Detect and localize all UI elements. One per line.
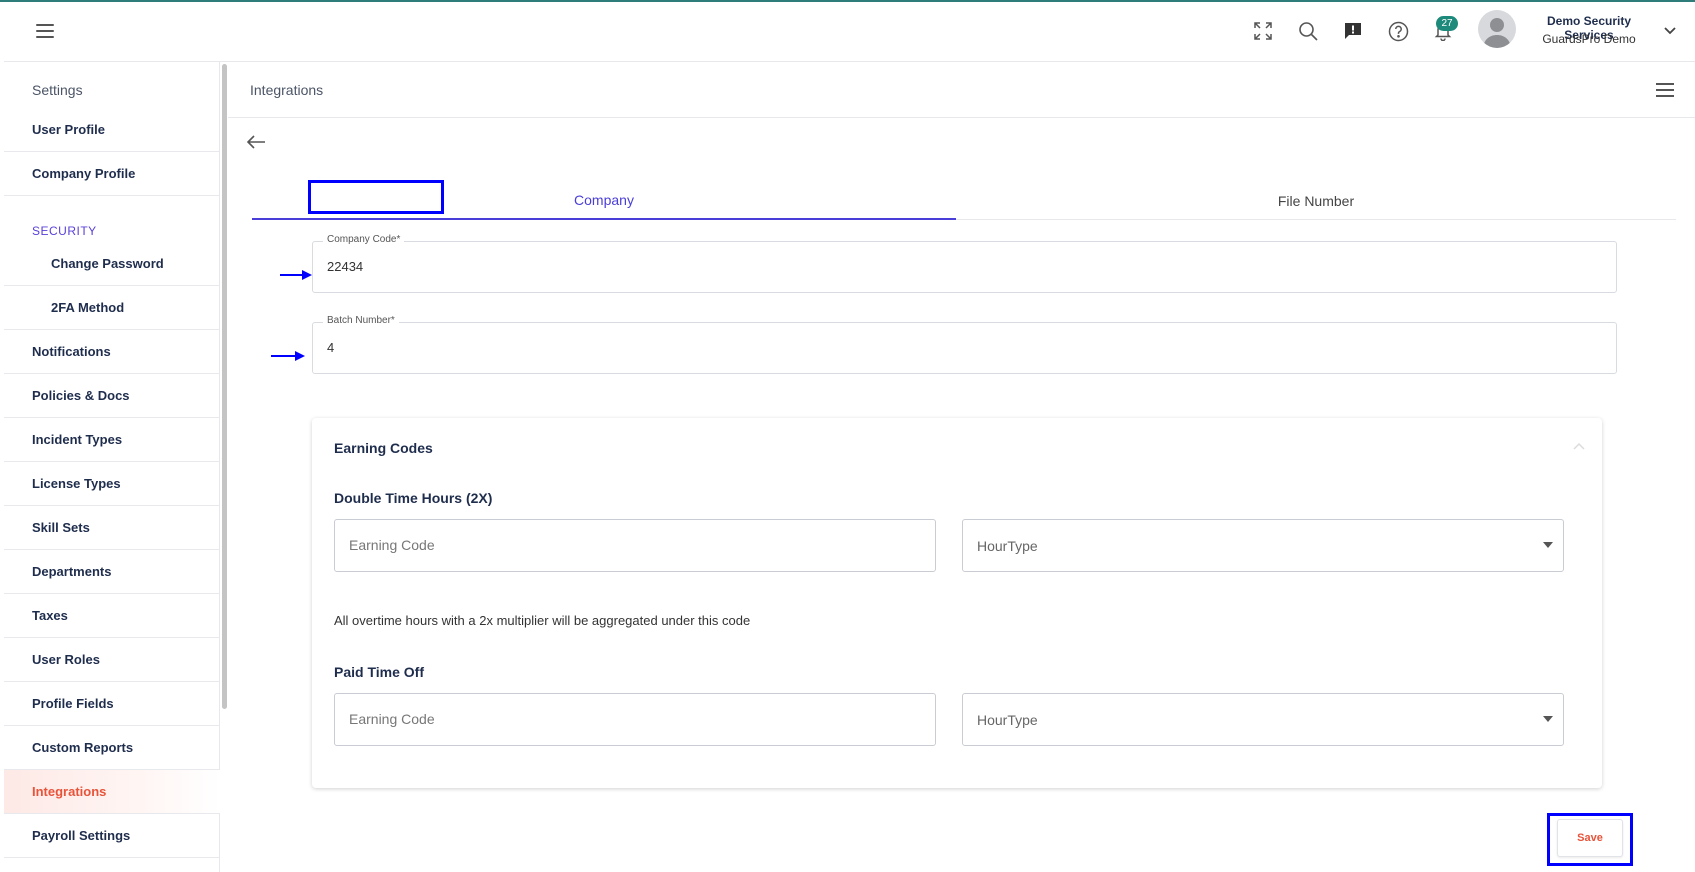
notification-badge: 27 [1436, 16, 1458, 31]
sidebar-item-departments[interactable]: Departments [4, 550, 220, 594]
main-content: Integrations Company File Number Company… [228, 62, 1695, 872]
sidebar-item-change-password[interactable]: Change Password [4, 242, 220, 286]
search-icon[interactable] [1295, 18, 1321, 44]
page-header: Integrations [228, 62, 1695, 118]
dropdown-caret-icon [1543, 716, 1553, 722]
earning-codes-card: Earning Codes Double Time Hours (2X) Hou… [312, 418, 1602, 788]
chevron-down-icon[interactable] [1662, 22, 1678, 38]
save-button[interactable]: Save [1557, 819, 1623, 857]
sidebar-item-incident-types[interactable]: Incident Types [4, 418, 220, 462]
double-time-helper-text: All overtime hours with a 2x multiplier … [334, 613, 751, 628]
chevron-up-icon[interactable] [1572, 438, 1586, 450]
double-time-earning-code-field[interactable] [349, 537, 919, 553]
batch-number-field[interactable]: Batch Number* 4 [312, 315, 1617, 374]
sidebar-item-skill-sets[interactable]: Skill Sets [4, 506, 220, 550]
sidebar-item-policies-docs[interactable]: Policies & Docs [4, 374, 220, 418]
paid-time-off-hourtype-placeholder: HourType [977, 712, 1038, 728]
batch-number-label: Batch Number* [323, 315, 399, 326]
annotation-arrow-icon [271, 349, 311, 361]
menu-icon[interactable] [36, 24, 54, 38]
page-title: Integrations [250, 82, 324, 98]
back-arrow-icon[interactable] [246, 134, 268, 152]
sidebar-title: Settings [32, 82, 83, 98]
feedback-icon[interactable] [1340, 18, 1366, 44]
sidebar-item-taxes[interactable]: Taxes [4, 594, 220, 638]
company-code-field[interactable]: Company Code* 22434 [312, 234, 1617, 293]
sidebar-item-profile-fields[interactable]: Profile Fields [4, 682, 220, 726]
help-icon[interactable] [1385, 18, 1411, 44]
tab-file-number[interactable]: File Number [956, 182, 1676, 220]
user-company: GuardsPro Demo [1542, 32, 1636, 46]
sidebar-scroll-thumb[interactable] [222, 64, 227, 709]
tab-company[interactable]: Company [252, 182, 956, 220]
integration-tabs: Company File Number [252, 182, 1676, 220]
sidebar-item-user-profile[interactable]: User Profile [4, 108, 220, 152]
fullscreen-icon[interactable] [1250, 18, 1276, 44]
sidebar-item-2fa-method[interactable]: 2FA Method [4, 286, 220, 330]
double-time-hourtype-select[interactable]: HourType [962, 519, 1564, 572]
company-code-label: Company Code* [323, 234, 405, 245]
sidebar-item-custom-reports[interactable]: Custom Reports [4, 726, 220, 770]
settings-sidebar: Settings User Profile Company Profile SE… [4, 62, 220, 872]
avatar[interactable] [1478, 10, 1516, 48]
double-time-hourtype-placeholder: HourType [977, 538, 1038, 554]
page-menu-icon[interactable] [1656, 83, 1674, 97]
sidebar-section-security: SECURITY [32, 224, 97, 238]
sidebar-item-user-roles[interactable]: User Roles [4, 638, 220, 682]
double-time-title: Double Time Hours (2X) [334, 490, 493, 506]
paid-time-off-hourtype-select[interactable]: HourType [962, 693, 1564, 746]
paid-time-off-earning-code-field[interactable] [349, 711, 919, 727]
paid-time-off-earning-code-input[interactable] [334, 693, 936, 746]
sidebar-item-notifications[interactable]: Notifications [4, 330, 220, 374]
sidebar-item-license-types[interactable]: License Types [4, 462, 220, 506]
earning-codes-title: Earning Codes [334, 440, 433, 456]
company-code-value[interactable]: 22434 [327, 259, 1597, 274]
paid-time-off-title: Paid Time Off [334, 664, 424, 680]
dropdown-caret-icon [1543, 542, 1553, 548]
top-bar: 27 Demo Security Services GuardsPro Demo [4, 2, 1695, 62]
sidebar-item-company-profile[interactable]: Company Profile [4, 152, 220, 196]
batch-number-value[interactable]: 4 [327, 340, 1597, 355]
double-time-earning-code-input[interactable] [334, 519, 936, 572]
sidebar-item-integrations[interactable]: Integrations [4, 770, 220, 814]
sidebar-item-payroll-settings[interactable]: Payroll Settings [4, 814, 220, 858]
